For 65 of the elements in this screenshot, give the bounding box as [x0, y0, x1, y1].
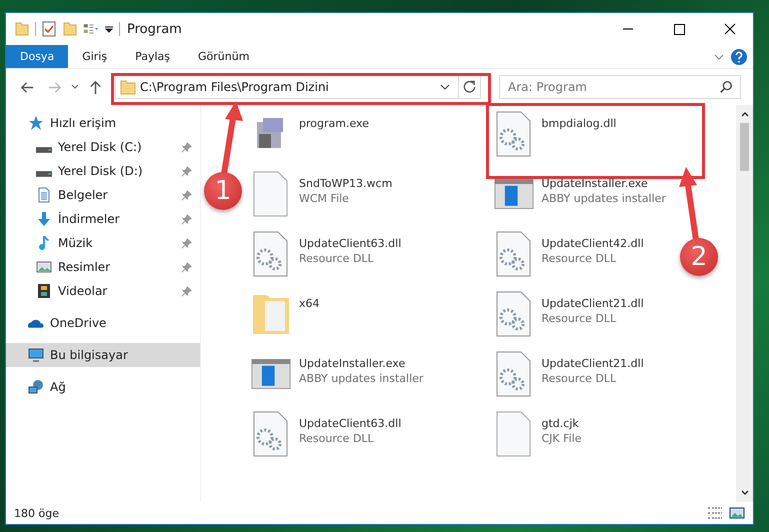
up-arrow-icon[interactable] [88, 80, 103, 94]
sidebar-item[interactable]: Resimler [6, 255, 200, 279]
gear-file-icon [494, 111, 534, 157]
caret-icon[interactable] [104, 24, 114, 34]
star-icon [28, 115, 44, 131]
sidebar-item[interactable]: İndirmeler [6, 207, 200, 231]
file-item[interactable]: gtd.cjk CJK File [494, 411, 582, 471]
blank-file-icon [494, 411, 534, 457]
pin-icon[interactable] [181, 262, 192, 272]
ribbon-tab[interactable]: Paylaş [121, 45, 184, 68]
sidebar-item[interactable]: Ağ [6, 375, 200, 399]
sidebar-item[interactable]: OneDrive [6, 311, 200, 335]
sidebar-item[interactable]: Yerel Disk (C:) [6, 135, 200, 159]
film-strip-icon [36, 283, 52, 299]
window-title: Program [127, 22, 182, 36]
pin-icon[interactable] [181, 166, 192, 176]
ribbon-tab[interactable]: Görünüm [184, 45, 264, 68]
document-icon [36, 187, 52, 203]
details-view-icon[interactable] [707, 505, 723, 521]
gear-file-icon [494, 291, 534, 337]
pin-icon[interactable] [181, 190, 192, 200]
pin-icon[interactable] [181, 142, 192, 152]
pin-icon[interactable] [181, 214, 192, 224]
large-icons-view-icon[interactable] [729, 505, 745, 521]
sidebar-item[interactable]: Hızlı erişim [6, 111, 200, 135]
file-item[interactable]: UpdateClient63.dll Resource DLL [251, 411, 402, 471]
sidebar-item[interactable]: Belgeler [6, 183, 200, 207]
status-text: 180 öge [14, 506, 59, 520]
folder-icon [120, 79, 136, 95]
file-item[interactable]: UpdateClient21.dll Resource DLL [494, 291, 644, 351]
sidebar-item[interactable]: Bu bilgisayar [6, 343, 200, 367]
ribbon-tab[interactable]: Dosya [6, 45, 68, 68]
address-path: C:\Program Files\Program Dizini [140, 80, 330, 94]
search-icon [719, 80, 733, 94]
pin-icon[interactable] [181, 286, 192, 296]
file-item[interactable]: UpdateClient21.dll Resource DLL [494, 351, 644, 411]
cloud-icon [28, 318, 44, 328]
network-icon [28, 379, 44, 395]
gear-file-icon [494, 231, 534, 277]
picture-icon [36, 259, 52, 275]
file-item[interactable]: x64 [251, 291, 320, 351]
sidebar-item[interactable]: Yerel Disk (D:) [6, 159, 200, 183]
search-field[interactable]: Ara: Program [499, 75, 741, 99]
drive-icon [36, 146, 52, 152]
sidebar-item[interactable]: Müzik [6, 231, 200, 255]
download-arrow-icon [36, 211, 52, 227]
scrollbar-thumb[interactable] [740, 123, 749, 171]
help-icon[interactable] [731, 48, 747, 64]
address-field[interactable]: C:\Program Files\Program Dizini [115, 75, 481, 99]
ribbon-tab[interactable]: Giriş [68, 45, 122, 68]
pin-icon[interactable] [181, 238, 192, 248]
file-item[interactable]: UpdateClient63.dll Resource DLL [251, 231, 402, 291]
drive-icon [36, 170, 52, 176]
file-item[interactable]: program.exe [251, 111, 369, 171]
file-item[interactable]: SndToWP13.wcm WCM File [251, 171, 392, 231]
file-item[interactable]: UpdateInstaller.exe ABBY updates installer [251, 351, 424, 411]
file-item[interactable]: UpdateClient42.dll Resource DLL [494, 231, 644, 291]
sidebar-item[interactable]: Videolar [6, 279, 200, 303]
file-item[interactable]: bmpdialog.dll [494, 111, 696, 171]
back-arrow-icon[interactable] [20, 80, 35, 94]
checklist-icon[interactable] [41, 21, 57, 37]
monitor-icon [28, 347, 44, 363]
music-note-icon [36, 235, 52, 251]
file-item[interactable]: UpdateInstaller.exe ABBY updates installer [494, 171, 666, 231]
gear-file-icon [494, 351, 534, 397]
